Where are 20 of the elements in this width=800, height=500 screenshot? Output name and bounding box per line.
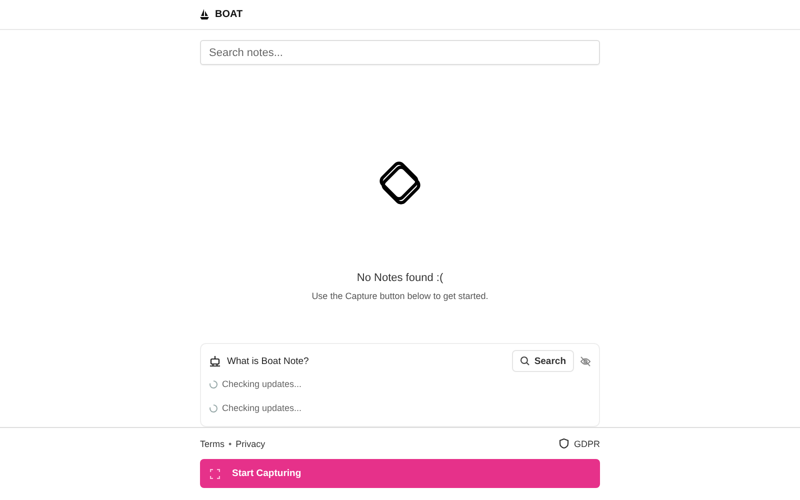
card-title: What is Boat Note?	[227, 356, 309, 366]
spinner-icon	[209, 380, 218, 388]
gdpr-label[interactable]: GDPR	[574, 438, 600, 448]
update-status: Checking updates...	[222, 403, 302, 413]
empty-title: No Notes found :(	[356, 272, 444, 284]
update-status: Checking updates...	[222, 379, 302, 389]
spinner-icon	[209, 404, 218, 412]
shield-icon	[558, 438, 569, 449]
sailboat-icon	[200, 9, 209, 20]
start-capturing-button[interactable]: Start Capturing	[200, 459, 600, 488]
empty-subtitle: Use the Capture button below to get started.	[312, 291, 488, 301]
search-icon	[520, 356, 530, 366]
privacy-link[interactable]: Privacy	[236, 438, 266, 448]
brand-name: BOAT	[215, 9, 243, 20]
separator-dot: •	[228, 438, 232, 448]
eye-off-icon[interactable]	[580, 356, 591, 366]
search-field[interactable]: Search notes...	[200, 40, 600, 65]
search-button[interactable]: Search	[512, 350, 574, 372]
capture-frame-icon	[210, 468, 220, 478]
terms-link[interactable]: Terms	[200, 438, 224, 448]
